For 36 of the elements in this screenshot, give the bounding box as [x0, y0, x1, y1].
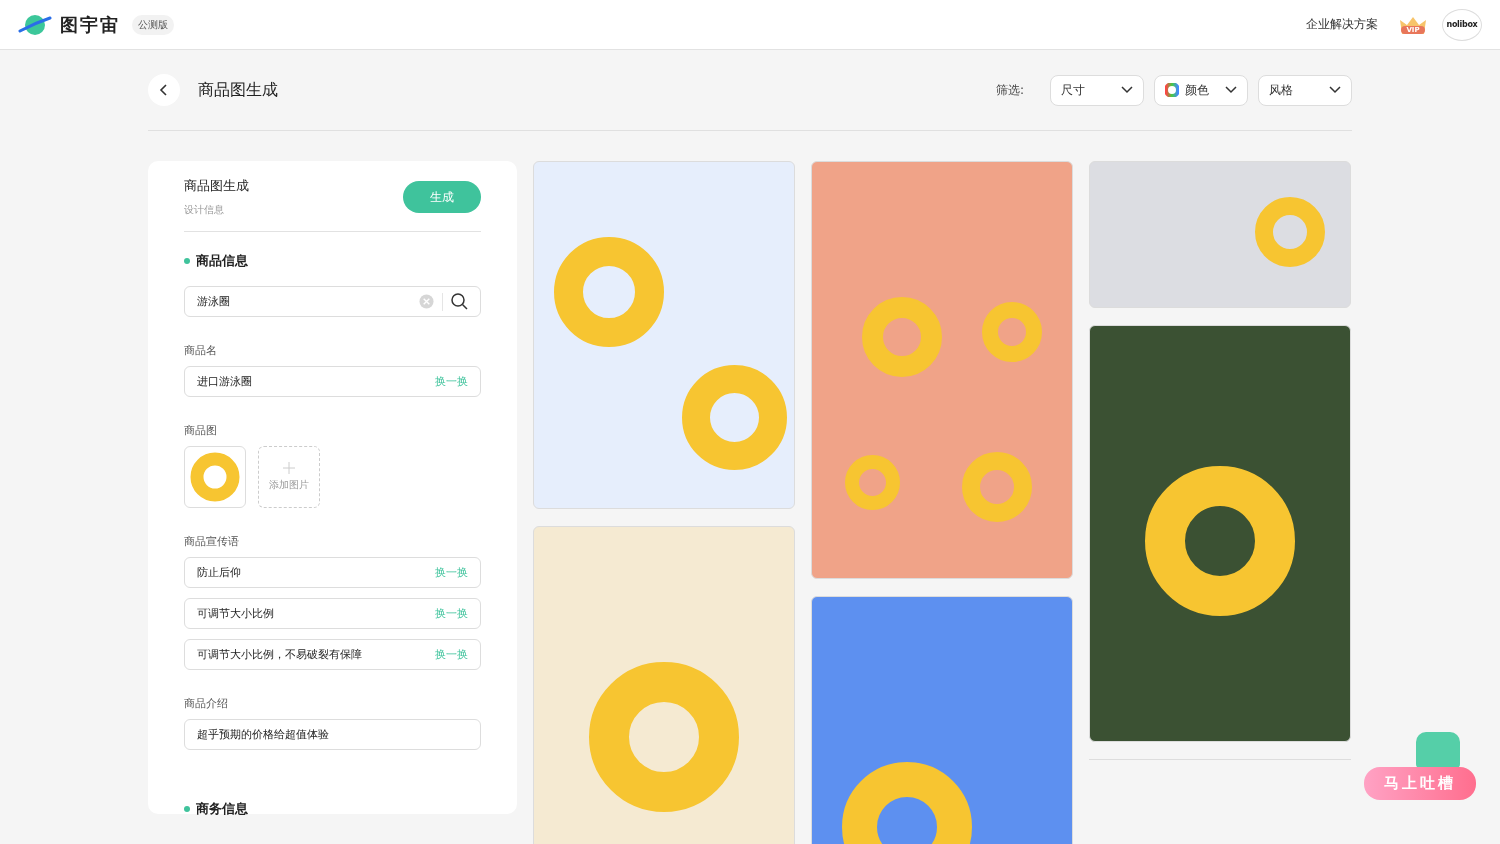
logo-text: 图宇宙 [60, 12, 120, 37]
chevron-down-icon [1329, 86, 1341, 94]
back-button[interactable] [148, 74, 180, 106]
enterprise-link[interactable]: 企业解决方案 [1306, 16, 1378, 33]
text-field[interactable]: 超乎预期的价格给超值体验 [184, 719, 481, 750]
search-field[interactable]: 游泳圈 [184, 286, 481, 317]
plus-icon [283, 462, 295, 474]
field-label: 商品图 [184, 423, 218, 438]
bullet-dot [184, 806, 190, 812]
section-title: 商务信息 [196, 800, 248, 818]
section-title: 商品信息 [196, 252, 248, 270]
field-label: 商品宣传语 [184, 534, 240, 549]
text-field[interactable]: 可调节大小比例，不易破裂有保障 换一换 [184, 639, 481, 670]
chevron-down-icon [1121, 86, 1133, 94]
filter-dropdown[interactable]: 颜色 [1154, 74, 1248, 106]
search-icon[interactable] [451, 293, 468, 310]
text-field[interactable]: 进口游泳圈 换一换 [184, 366, 481, 397]
page-title: 商品图生成 [198, 79, 278, 101]
text-field[interactable]: 可调节大小比例 换一换 [184, 598, 481, 629]
filter-label: 筛选: [995, 81, 1024, 99]
panel-subtitle: 设计信息 [184, 203, 225, 217]
field-label: 商品介绍 [184, 696, 229, 711]
panel-title: 商品图生成 [184, 177, 249, 195]
product-thumbnail[interactable] [184, 446, 246, 508]
bullet-dot [184, 258, 190, 264]
chevron-down-icon [1225, 86, 1237, 94]
filter-dropdown[interactable]: 尺寸 [1050, 74, 1144, 106]
poster-image[interactable] [1089, 325, 1351, 742]
beta-badge: 公测版 [132, 14, 174, 35]
filter-dropdown[interactable]: 风格 [1258, 74, 1352, 106]
color-wheel-icon [1165, 83, 1179, 97]
clear-icon[interactable] [419, 294, 434, 309]
text-field[interactable]: 防止后仰 换一换 [184, 557, 481, 588]
field-label: 商品名 [184, 343, 218, 358]
ring-drawing [190, 452, 240, 502]
planet-logo-icon [18, 12, 52, 37]
